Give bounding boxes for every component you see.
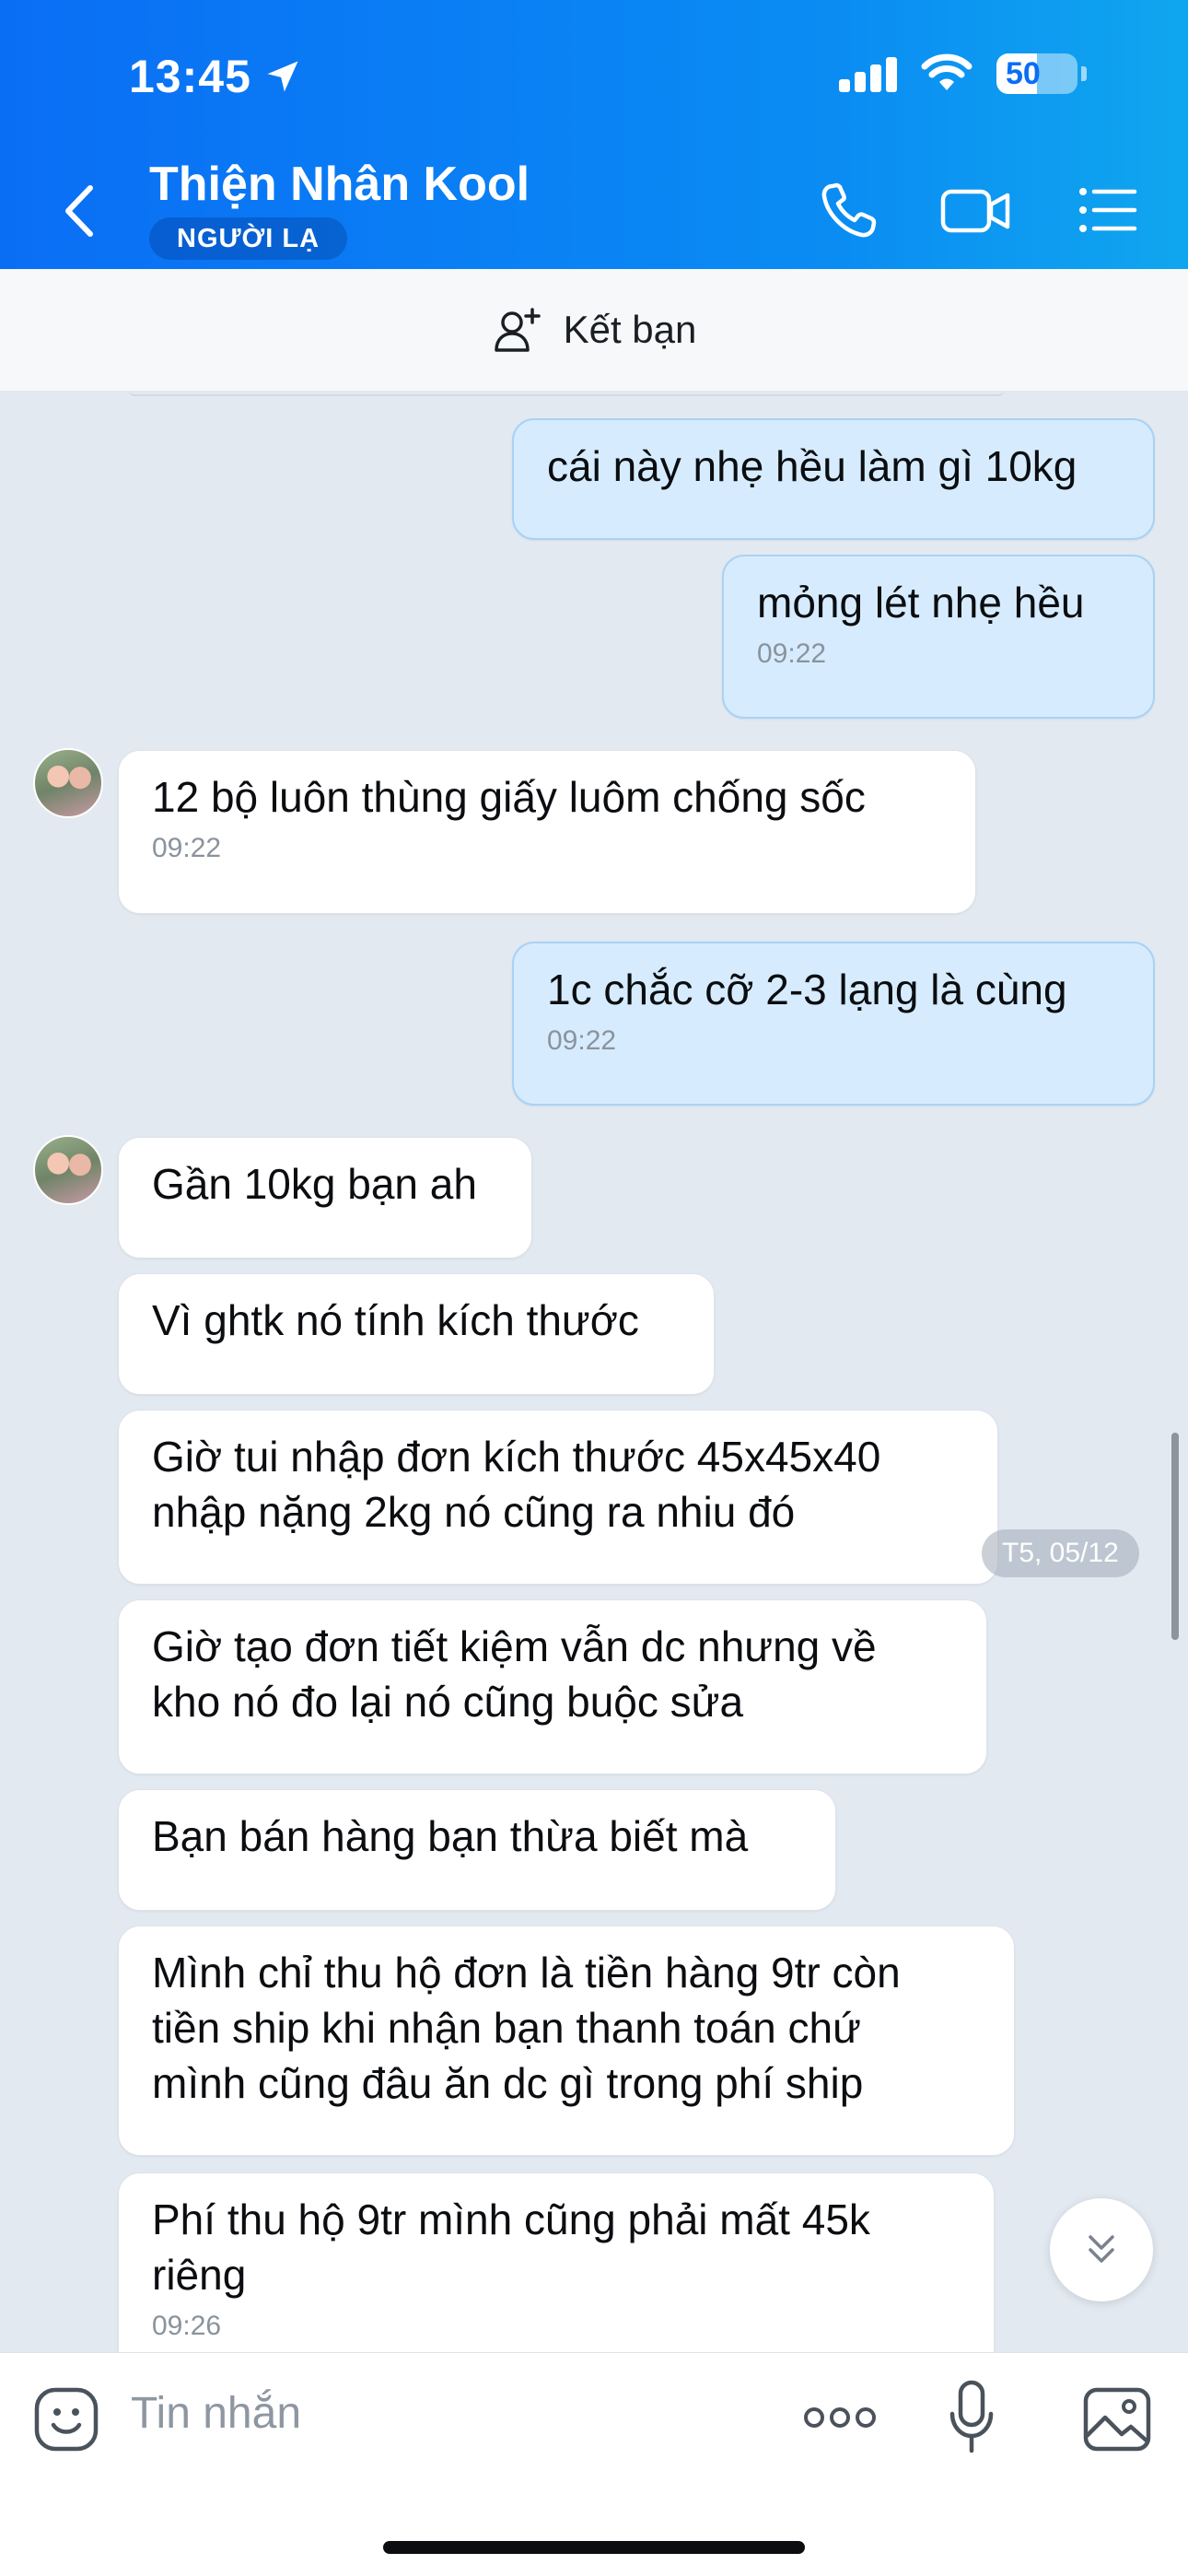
message-text-line: Giờ tạo đơn tiết kiệm vẫn dc nhưng về bbox=[152, 1622, 877, 1670]
previous-message-edge bbox=[129, 391, 1004, 396]
image-icon[interactable] bbox=[1081, 2384, 1153, 2454]
add-friend-button[interactable]: Kết bạn bbox=[0, 269, 1188, 391]
stranger-badge: NGƯỜI LẠ bbox=[149, 217, 348, 260]
message-time: 09:22 bbox=[152, 833, 222, 863]
contact-name[interactable]: Thiện Nhân Kool bbox=[149, 157, 530, 212]
message-incoming[interactable]: Vì ghtk nó tính kích thước bbox=[118, 1273, 715, 1395]
message-outgoing[interactable]: mỏng lét nhẹ hều 09:22 bbox=[722, 555, 1155, 719]
avatar[interactable] bbox=[33, 748, 103, 818]
message-text-line: kho nó đo lại nó cũng buộc sửa bbox=[152, 1678, 744, 1726]
message-text-line: mình cũng đâu ăn dc gì trong phí ship bbox=[152, 2059, 864, 2107]
phone-icon[interactable] bbox=[814, 175, 884, 245]
message-text: Vì ghtk nó tính kích thước bbox=[152, 1296, 639, 1344]
microphone-icon[interactable] bbox=[949, 2379, 995, 2456]
more-dots-icon[interactable] bbox=[801, 2399, 879, 2436]
date-divider: T5, 05/12 bbox=[982, 1529, 1139, 1577]
add-friend-label: Kết bạn bbox=[563, 308, 697, 351]
sticker-face-icon[interactable] bbox=[31, 2384, 101, 2454]
message-input[interactable]: Tin nhắn bbox=[131, 2388, 301, 2439]
message-text: Bạn bán hàng bạn thừa biết mà bbox=[152, 1812, 749, 1860]
message-incoming[interactable]: Gần 10kg bạn ah bbox=[118, 1137, 532, 1259]
message-time: 09:22 bbox=[547, 1025, 617, 1056]
battery-icon: 50 bbox=[996, 53, 1077, 94]
message-text-line: Giờ tui nhập đơn kích thước 45x45x40 bbox=[152, 1433, 881, 1481]
status-bar-time: 13:45 bbox=[129, 50, 303, 103]
scroll-to-bottom-button[interactable] bbox=[1050, 2198, 1153, 2301]
message-text: 1c chắc cỡ 2-3 lạng là cùng bbox=[547, 966, 1067, 1013]
message-text-line: tiền ship khi nhận bạn thanh toán chứ bbox=[152, 2004, 861, 2052]
double-chevron-down-icon bbox=[1089, 2235, 1114, 2263]
wifi-icon bbox=[921, 53, 973, 90]
status-bar-right: 50 bbox=[839, 53, 1087, 94]
message-text: 12 bộ luôn thùng giấy luôm chống sốc bbox=[152, 773, 866, 821]
chat-header: 13:45 50 Thiện Nhân Kool NGƯỜI LẠ bbox=[0, 0, 1188, 269]
avatar[interactable] bbox=[33, 1135, 103, 1205]
message-text-line: Mình chỉ thu hộ đơn là tiền hàng 9tr còn bbox=[152, 1949, 901, 1996]
message-incoming[interactable]: Giờ tạo đơn tiết kiệm vẫn dc nhưng về kh… bbox=[118, 1599, 987, 1774]
status-time-text: 13:45 bbox=[129, 51, 251, 102]
message-text: mỏng lét nhẹ hều bbox=[757, 579, 1085, 626]
message-text-line: nhập nặng 2kg nó cũng ra nhiu đó bbox=[152, 1488, 796, 1536]
home-indicator[interactable] bbox=[383, 2541, 805, 2554]
message-text-line: Phí thu hộ 9tr mình cũng phải mất 45k bbox=[152, 2195, 870, 2243]
chevron-left-icon[interactable] bbox=[57, 179, 103, 243]
battery-indicator: 50 bbox=[996, 53, 1087, 94]
add-user-icon bbox=[494, 308, 541, 352]
battery-level: 50 bbox=[1006, 55, 1041, 91]
message-outgoing[interactable]: 1c chắc cỡ 2-3 lạng là cùng 09:22 bbox=[512, 942, 1155, 1106]
location-arrow-icon bbox=[267, 61, 298, 92]
message-incoming[interactable]: Mình chỉ thu hộ đơn là tiền hàng 9tr còn… bbox=[118, 1926, 1015, 2156]
list-menu-icon[interactable] bbox=[1074, 175, 1144, 245]
message-incoming[interactable]: 12 bộ luôn thùng giấy luôm chống sốc 09:… bbox=[118, 750, 976, 914]
cellular-signal-icon bbox=[839, 55, 897, 92]
message-text-line: riêng bbox=[152, 2251, 247, 2299]
message-incoming[interactable]: Giờ tui nhập đơn kích thước 45x45x40 nhậ… bbox=[118, 1410, 998, 1585]
message-text: Gần 10kg bạn ah bbox=[152, 1160, 477, 1208]
scrollbar-thumb[interactable] bbox=[1171, 1433, 1179, 1640]
message-text: cái này nhẹ hều làm gì 10kg bbox=[547, 442, 1077, 490]
message-time: 09:26 bbox=[152, 2311, 222, 2341]
message-time: 09:22 bbox=[757, 638, 827, 669]
message-outgoing[interactable]: cái này nhẹ hều làm gì 10kg bbox=[512, 418, 1155, 540]
video-camera-icon[interactable] bbox=[939, 175, 1013, 245]
message-incoming[interactable]: Bạn bán hàng bạn thừa biết mà bbox=[118, 1789, 836, 1911]
